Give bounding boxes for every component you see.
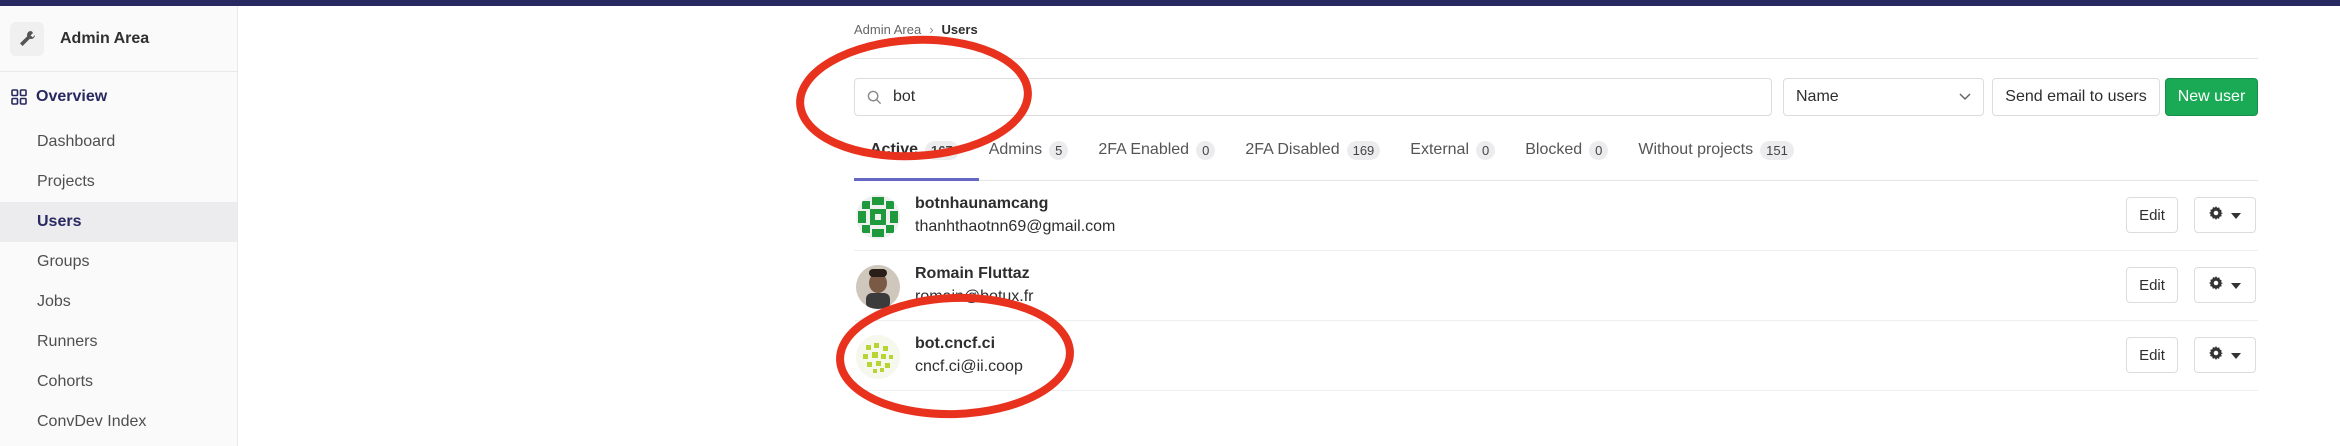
avatar[interactable]	[856, 265, 900, 309]
count-badge: 167	[925, 140, 959, 160]
tab-active[interactable]: Active 167	[854, 134, 973, 166]
breadcrumb: Admin Area › Users	[854, 22, 978, 37]
tab-external[interactable]: External 0	[1394, 134, 1509, 166]
sidebar-item-dashboard[interactable]: Dashboard	[0, 122, 237, 162]
caret-down-icon	[2231, 346, 2241, 364]
count-badge: 169	[1346, 140, 1381, 160]
user-name[interactable]: bot.cncf.ci	[915, 335, 995, 353]
tab-label: 2FA Enabled	[1098, 141, 1190, 158]
tab-2fa-enabled[interactable]: 2FA Enabled 0	[1082, 134, 1229, 166]
count-badge: 151	[1760, 140, 1794, 160]
search-box[interactable]	[854, 78, 1772, 116]
tab-blocked[interactable]: Blocked 0	[1509, 134, 1622, 166]
tab-2fa-disabled[interactable]: 2FA Disabled 169	[1229, 134, 1394, 166]
tab-admins[interactable]: Admins 5	[973, 134, 1083, 166]
sidebar-section-overview[interactable]: Overview	[0, 72, 237, 122]
new-user-button[interactable]: New user	[2165, 78, 2258, 116]
sidebar: Admin Area Overview Dashboard Projects U…	[0, 6, 238, 446]
tab-without-projects[interactable]: Without projects 151	[1622, 134, 1807, 166]
sidebar-item-cohorts[interactable]: Cohorts	[0, 362, 237, 402]
divider	[854, 58, 2258, 59]
sidebar-item-projects[interactable]: Projects	[0, 162, 237, 202]
sidebar-title: Admin Area	[60, 29, 150, 47]
tab-label: Active	[870, 141, 919, 158]
user-filter-tabs: Active 167 Admins 5 2FA Enabled 0 2FA Di…	[854, 134, 1808, 180]
user-row: bot.cncf.ci cncf.ci@ii.coop Edit	[854, 321, 2258, 391]
caret-down-icon	[2231, 276, 2241, 294]
sort-selected: Name	[1796, 88, 1839, 105]
edit-button[interactable]: Edit	[2126, 197, 2178, 233]
avatar[interactable]	[856, 195, 900, 239]
user-email: thanhthaotnn69@gmail.com	[915, 218, 1116, 235]
search-input[interactable]	[893, 88, 1753, 106]
count-badge: 0	[1589, 140, 1609, 160]
gear-icon	[2209, 205, 2223, 225]
user-row: botnhaunamcang thanhthaotnn69@gmail.com …	[854, 181, 2258, 251]
user-row: Romain Fluttaz romain@botux.fr Edit	[854, 251, 2258, 321]
wrench-icon	[10, 21, 44, 56]
breadcrumb-separator: ›	[929, 22, 934, 37]
sidebar-item-jobs[interactable]: Jobs	[0, 282, 237, 322]
chevron-down-icon	[1959, 88, 1971, 106]
count-badge: 5	[1049, 140, 1069, 160]
sidebar-item-users[interactable]: Users	[0, 202, 237, 242]
user-name[interactable]: botnhaunamcang	[915, 195, 1048, 213]
tab-label: 2FA Disabled	[1245, 141, 1340, 158]
tab-label: Admins	[988, 141, 1043, 158]
count-badge: 0	[1476, 140, 1496, 160]
sidebar-item-convdev-index[interactable]: ConvDev Index	[0, 402, 237, 442]
user-name[interactable]: Romain Fluttaz	[915, 265, 1030, 283]
user-email: romain@botux.fr	[915, 288, 1034, 305]
tab-label: External	[1410, 141, 1469, 158]
tab-label: Without projects	[1638, 141, 1754, 158]
search-icon	[867, 89, 883, 105]
sidebar-item-groups[interactable]: Groups	[0, 242, 237, 282]
gear-icon	[2209, 345, 2223, 365]
avatar[interactable]	[856, 335, 900, 379]
top-nav-bar	[0, 0, 2340, 6]
breadcrumb-current[interactable]: Users	[942, 22, 978, 37]
sidebar-item-runners[interactable]: Runners	[0, 322, 237, 362]
tab-label: Blocked	[1525, 141, 1583, 158]
sort-dropdown[interactable]: Name	[1783, 78, 1984, 116]
breadcrumb-admin-area[interactable]: Admin Area	[854, 22, 921, 37]
sidebar-section-label: Overview	[36, 88, 108, 105]
user-actions-dropdown[interactable]	[2194, 197, 2256, 233]
user-actions-dropdown[interactable]	[2194, 337, 2256, 373]
edit-button[interactable]: Edit	[2126, 267, 2178, 303]
gear-icon	[2209, 275, 2223, 295]
edit-button[interactable]: Edit	[2126, 337, 2178, 373]
user-actions-dropdown[interactable]	[2194, 267, 2256, 303]
caret-down-icon	[2231, 206, 2241, 224]
user-email: cncf.ci@ii.coop	[915, 358, 1023, 375]
overview-grid-icon	[10, 88, 28, 106]
sidebar-header[interactable]: Admin Area	[0, 6, 237, 72]
send-email-button[interactable]: Send email to users	[1992, 78, 2160, 116]
count-badge: 0	[1196, 140, 1216, 160]
